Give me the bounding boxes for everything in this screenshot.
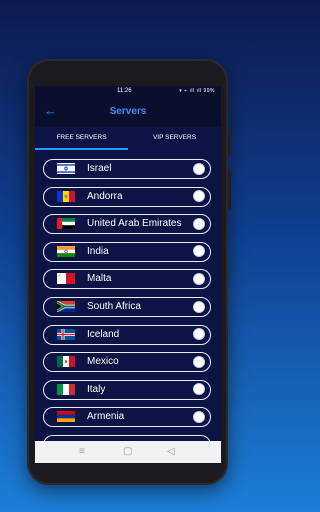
server-country-label: Italy xyxy=(87,383,106,395)
server-radio-button[interactable] xyxy=(193,162,205,175)
status-time: 11:26 xyxy=(117,88,132,94)
server-item-iceland[interactable]: Iceland xyxy=(43,324,211,345)
server-tabs: FREE SERVERS VIP SERVERS xyxy=(35,127,221,150)
page-title: Servers xyxy=(109,106,147,117)
server-radio-button[interactable] xyxy=(193,217,205,230)
flag-india-icon xyxy=(57,245,75,257)
server-country-label: Iceland xyxy=(87,328,120,340)
app-bar: ← Servers xyxy=(35,97,221,127)
phone-side-button xyxy=(228,130,231,156)
flag-andorra-icon xyxy=(57,190,75,202)
server-country-label: Israel xyxy=(87,163,112,174)
server-item-andorra[interactable]: Andorra xyxy=(43,186,211,207)
app-screen: 11:26 ▾ ⌁ ıll ıll 99% ← Servers FREE SER… xyxy=(35,86,221,463)
system-nav-bar: ≡ ▢ ◁ xyxy=(35,441,221,463)
flag-mexico-icon xyxy=(57,356,75,368)
server-radio-button[interactable] xyxy=(193,355,205,368)
flag-iceland-icon xyxy=(57,328,75,340)
server-radio-button[interactable] xyxy=(193,383,205,396)
flag-uae-icon xyxy=(57,218,75,230)
tab-selected-indicator xyxy=(35,148,128,150)
phone-side-button xyxy=(228,170,231,210)
flag-malta-icon xyxy=(57,273,75,285)
server-radio-button[interactable] xyxy=(193,410,205,423)
back-icon[interactable]: ◁ xyxy=(167,445,175,459)
server-country-label: Andorra xyxy=(87,190,123,202)
server-item-israel[interactable]: Israel xyxy=(43,159,211,179)
flag-armenia-icon xyxy=(57,411,75,423)
server-country-label: India xyxy=(87,245,109,257)
recents-icon[interactable]: ≡ xyxy=(79,445,85,459)
flag-israel-icon xyxy=(57,163,75,174)
flag-italy-icon xyxy=(57,383,75,395)
server-item-armenia[interactable]: Armenia xyxy=(43,407,211,428)
server-country-label: United Arab Emirates xyxy=(87,218,182,230)
server-item-uae[interactable]: United Arab Emirates xyxy=(43,214,211,235)
server-item-south-africa[interactable]: South Africa xyxy=(43,297,211,317)
server-radio-button[interactable] xyxy=(193,300,205,313)
server-radio-button[interactable] xyxy=(193,245,205,258)
flag-south-africa-icon xyxy=(57,301,75,312)
tab-vip-servers[interactable]: VIP SERVERS xyxy=(128,127,221,148)
server-item-mexico[interactable]: Mexico xyxy=(43,352,211,373)
server-country-label: Malta xyxy=(87,273,112,285)
server-country-label: South Africa xyxy=(87,301,141,312)
server-country-label: Armenia xyxy=(87,411,125,423)
home-icon[interactable]: ▢ xyxy=(123,445,132,459)
server-item-malta[interactable]: Malta xyxy=(43,269,211,290)
status-bar: 11:26 ▾ ⌁ ıll ıll 99% xyxy=(35,86,221,97)
server-radio-button[interactable] xyxy=(193,328,205,341)
server-radio-button[interactable] xyxy=(193,190,205,203)
status-icons: ▾ ⌁ ıll ıll 99% xyxy=(179,88,215,94)
server-country-label: Mexico xyxy=(87,356,119,368)
server-item-italy[interactable]: Italy xyxy=(43,379,211,400)
server-radio-button[interactable] xyxy=(193,272,205,285)
server-item-india[interactable]: India xyxy=(43,241,211,262)
tab-free-servers[interactable]: FREE SERVERS xyxy=(35,127,128,148)
